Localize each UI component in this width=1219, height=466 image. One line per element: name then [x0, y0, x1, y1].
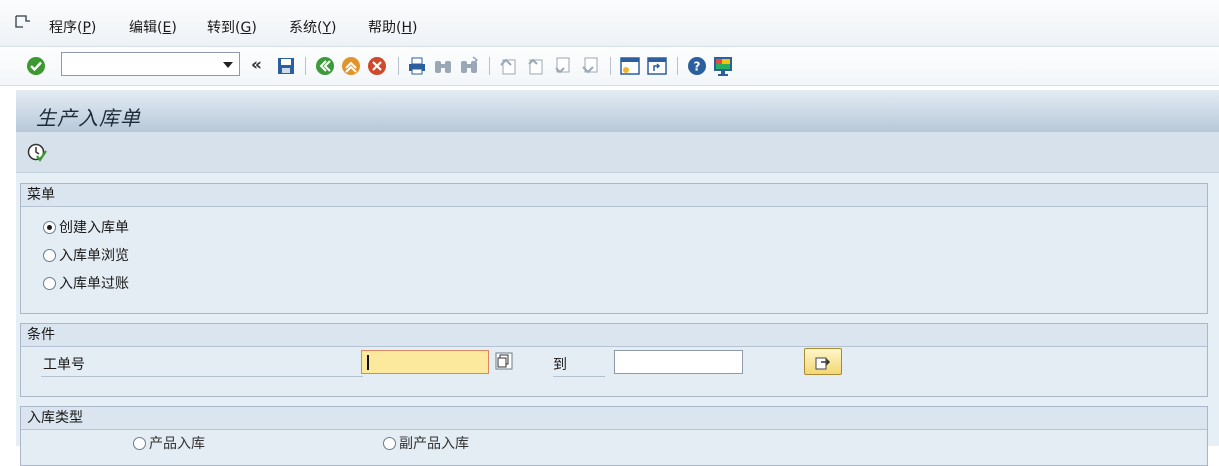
- back-icon[interactable]: [314, 55, 336, 77]
- menu-program[interactable]: 程序(P): [49, 17, 96, 37]
- radio-icon[interactable]: [383, 437, 396, 450]
- shortcut-icon[interactable]: [646, 55, 668, 77]
- radio-icon[interactable]: [43, 221, 56, 234]
- toolbar-separator: [398, 57, 399, 75]
- command-field[interactable]: [61, 52, 240, 76]
- application-toolbar: [16, 132, 1219, 173]
- save-icon[interactable]: [275, 55, 297, 77]
- multiple-selection-icon[interactable]: [495, 352, 513, 370]
- standard-toolbar: « ?: [0, 47, 1219, 86]
- arrow-right-icon: [815, 357, 831, 370]
- range-to-label: 到: [553, 354, 605, 377]
- page-title: 生产入库单: [36, 106, 141, 130]
- toolbar-separator: [489, 57, 490, 75]
- find-icon[interactable]: [432, 55, 454, 77]
- radio-product-receipt[interactable]: 产品入库: [133, 433, 205, 453]
- toolbar-separator: [610, 57, 611, 75]
- radio-create-receipt[interactable]: 创建入库单: [43, 217, 129, 237]
- work-order-low-input[interactable]: [361, 350, 489, 374]
- layout-menu-icon[interactable]: [712, 55, 734, 77]
- receipt-type-group: 入库类型 产品入库 副产品入库: [20, 406, 1208, 466]
- multiple-selection-button[interactable]: [804, 348, 842, 375]
- find-next-icon[interactable]: [458, 55, 480, 77]
- exit-icon[interactable]: [340, 55, 362, 77]
- title-bar: 生产入库单: [16, 90, 1219, 132]
- menu-goto[interactable]: 转到(G): [207, 17, 257, 37]
- group-title: 入库类型: [21, 407, 1207, 430]
- radio-byproduct-receipt[interactable]: 副产品入库: [383, 433, 469, 453]
- radio-browse-receipt[interactable]: 入库单浏览: [43, 245, 129, 265]
- radio-icon[interactable]: [43, 249, 56, 262]
- menu-edit[interactable]: 编辑(E): [129, 17, 177, 37]
- menu-group: 菜单 创建入库单 入库单浏览 入库单过账: [20, 183, 1208, 314]
- svg-text:?: ?: [694, 60, 701, 74]
- print-icon[interactable]: [406, 55, 428, 77]
- menu-bar: 程序(P) 编辑(E) 转到(G) 系统(Y) 帮助(H): [0, 0, 1219, 47]
- first-page-icon[interactable]: [498, 55, 520, 77]
- toolbar-separator: [305, 57, 306, 75]
- menu-system[interactable]: 系统(Y): [289, 17, 337, 37]
- help-icon[interactable]: ?: [686, 55, 708, 77]
- text-caret: [367, 355, 369, 370]
- radio-post-receipt[interactable]: 入库单过账: [43, 273, 129, 293]
- menu-help[interactable]: 帮助(H): [368, 17, 417, 37]
- chevron-down-icon[interactable]: [223, 62, 233, 68]
- cancel-icon[interactable]: [366, 55, 388, 77]
- next-page-icon[interactable]: [552, 55, 574, 77]
- menu-expand-icon[interactable]: [14, 14, 32, 30]
- new-session-icon[interactable]: [619, 55, 641, 77]
- work-order-high-input[interactable]: [614, 350, 743, 374]
- group-title: 菜单: [21, 184, 1207, 207]
- prev-page-icon[interactable]: [525, 55, 547, 77]
- radio-icon[interactable]: [43, 277, 56, 290]
- content-area: 生产入库单 菜单 创建入库单 入库单浏览 入库单过账 条件 工单号 到 入库类型…: [16, 90, 1219, 466]
- collapse-command-icon[interactable]: «: [251, 55, 262, 75]
- radio-icon[interactable]: [133, 437, 146, 450]
- toolbar-separator: [677, 57, 678, 75]
- execute-icon[interactable]: [26, 142, 48, 164]
- last-page-icon[interactable]: [580, 55, 602, 77]
- condition-group: 条件 工单号 到: [20, 323, 1208, 397]
- group-title: 条件: [21, 324, 1207, 347]
- enter-check-icon[interactable]: [25, 55, 47, 77]
- work-order-label: 工单号: [41, 354, 363, 377]
